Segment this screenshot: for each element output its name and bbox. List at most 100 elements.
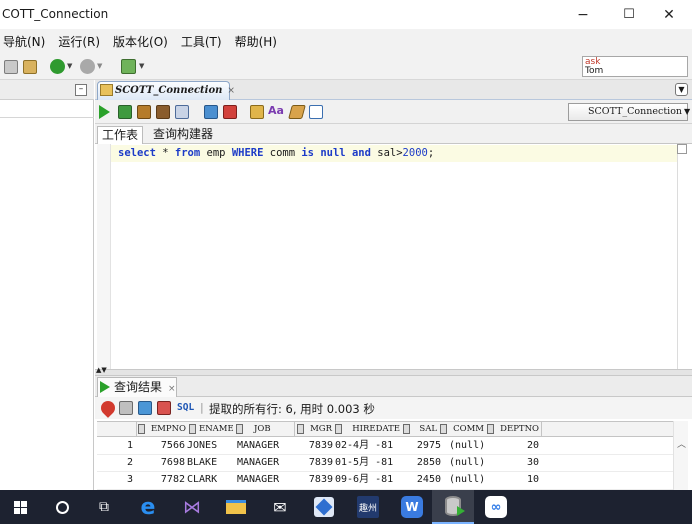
cell-ename[interactable]: JONES bbox=[187, 438, 235, 454]
menu-navigate[interactable]: 导航(N) bbox=[3, 33, 45, 50]
cell-deptno[interactable]: 30 bbox=[497, 455, 539, 471]
sql-editor[interactable] bbox=[97, 144, 677, 369]
column-type-icon bbox=[403, 424, 410, 434]
sql-history-icon[interactable] bbox=[250, 105, 264, 119]
copy-icon[interactable] bbox=[4, 60, 18, 74]
tab-worksheet[interactable]: 工作表 bbox=[97, 126, 144, 144]
cell-sal[interactable]: 2850 bbox=[407, 455, 441, 471]
cell-hiredate[interactable]: 09-6月 -81 bbox=[335, 472, 407, 488]
column-header-deptno[interactable]: DEPTNO bbox=[497, 422, 539, 436]
editor-scrollbar[interactable] bbox=[677, 144, 688, 369]
tab-query-builder[interactable]: 查询构建器 bbox=[149, 126, 217, 144]
cell-deptno[interactable]: 20 bbox=[497, 438, 539, 454]
fetch-status: 提取的所有行: 6, 用时 0.003 秒 bbox=[209, 402, 375, 416]
cell-job[interactable]: MANAGER bbox=[237, 438, 293, 454]
run-statement-icon[interactable] bbox=[99, 105, 110, 119]
cell-job[interactable]: MANAGER bbox=[237, 455, 293, 471]
cell-comm[interactable]: (null) bbox=[449, 455, 497, 471]
cell-comm[interactable]: (null) bbox=[449, 438, 497, 454]
results-tab-close-icon[interactable]: × bbox=[168, 384, 176, 394]
cell-mgr[interactable]: 7839 bbox=[295, 455, 333, 471]
table-row[interactable]: 3 7782 CLARK MANAGER 7839 09-6月 -81 2450… bbox=[97, 472, 673, 490]
sql-developer-icon[interactable] bbox=[432, 490, 474, 524]
navigator-row[interactable] bbox=[0, 100, 94, 118]
minimize-panel-icon[interactable]: – bbox=[75, 84, 87, 96]
menu-help[interactable]: 帮助(H) bbox=[235, 33, 277, 50]
connection-select[interactable]: SCOTT_Connection ▼ bbox=[568, 103, 690, 121]
back-icon[interactable] bbox=[50, 59, 65, 74]
cell-hiredate[interactable]: 01-5月 -81 bbox=[335, 455, 407, 471]
cell-job[interactable]: MANAGER bbox=[237, 472, 293, 488]
commit-icon[interactable] bbox=[137, 105, 151, 119]
paste-icon[interactable] bbox=[23, 60, 37, 74]
format-case-icon[interactable]: Aa bbox=[268, 104, 284, 117]
autotrace-icon[interactable] bbox=[204, 105, 218, 119]
app-tile-label: 趣州 bbox=[357, 496, 379, 518]
column-header-mgr[interactable]: MGR bbox=[307, 422, 332, 436]
forward-dropdown-icon[interactable]: ▼ bbox=[97, 62, 102, 70]
app-tile-icon[interactable]: 趣州 bbox=[348, 490, 388, 524]
splitter-arrows-icon[interactable]: ▲▼ bbox=[96, 367, 107, 374]
sql-worksheet-icon[interactable] bbox=[121, 59, 136, 74]
cell-empno[interactable]: 7566 bbox=[147, 438, 185, 454]
cell-mgr[interactable]: 7839 bbox=[295, 438, 333, 454]
unshared-worksheet-icon[interactable] bbox=[309, 105, 323, 119]
refresh-icon[interactable] bbox=[138, 401, 152, 415]
editor-results-splitter[interactable] bbox=[95, 369, 692, 376]
tab-scott-connection[interactable]: SCOTT_Connection × bbox=[97, 81, 235, 100]
search-circle-icon[interactable] bbox=[42, 490, 82, 524]
column-header-job[interactable]: JOB bbox=[246, 422, 271, 436]
menu-tools[interactable]: 工具(T) bbox=[181, 33, 222, 50]
editor-scroll-corner[interactable] bbox=[677, 144, 687, 154]
cell-deptno[interactable]: 10 bbox=[497, 472, 539, 488]
tab-list-dropdown-icon[interactable]: ▼ bbox=[675, 83, 688, 96]
edge-icon[interactable]: e bbox=[128, 490, 168, 524]
sql-keyword: null bbox=[320, 147, 346, 159]
table-row[interactable]: 1 7566 JONES MANAGER 7839 02-4月 -81 2975… bbox=[97, 438, 673, 455]
sql-keyword: select bbox=[118, 147, 156, 159]
file-explorer-icon[interactable] bbox=[216, 490, 256, 524]
explain-plan-icon[interactable] bbox=[175, 105, 189, 119]
column-header-hiredate[interactable]: HIREDATE bbox=[345, 422, 400, 436]
back-dropdown-icon[interactable]: ▼ bbox=[67, 62, 72, 70]
column-header-ename[interactable]: ENAME bbox=[199, 422, 234, 436]
cell-sal[interactable]: 2975 bbox=[407, 438, 441, 454]
wps-icon[interactable]: W bbox=[392, 490, 432, 524]
cell-hiredate[interactable]: 02-4月 -81 bbox=[335, 438, 407, 454]
rollback-icon[interactable] bbox=[156, 105, 170, 119]
clear-icon[interactable] bbox=[223, 105, 237, 119]
close-button[interactable]: ✕ bbox=[646, 0, 692, 29]
menu-versioning[interactable]: 版本化(O) bbox=[113, 33, 168, 50]
results-scrollbar[interactable] bbox=[673, 421, 688, 490]
column-header-comm[interactable]: COMM bbox=[450, 422, 484, 436]
mail-icon[interactable]: ✉ bbox=[260, 490, 300, 524]
run-script-icon[interactable] bbox=[118, 105, 132, 119]
cell-ename[interactable]: CLARK bbox=[187, 472, 235, 488]
minimize-button[interactable]: − bbox=[560, 0, 606, 29]
column-header-sal[interactable]: SAL bbox=[413, 422, 437, 436]
menu-run[interactable]: 运行(R) bbox=[58, 33, 100, 50]
sql-view-button[interactable]: SQL bbox=[177, 402, 194, 413]
column-header-empno[interactable]: EMPNO bbox=[148, 422, 186, 436]
cell-mgr[interactable]: 7839 bbox=[295, 472, 333, 488]
cell-ename[interactable]: BLAKE bbox=[187, 455, 235, 471]
cell-sal[interactable]: 2450 bbox=[407, 472, 441, 488]
cancel-query-icon[interactable] bbox=[157, 401, 171, 415]
cell-empno[interactable]: 7698 bbox=[147, 455, 185, 471]
baidu-netdisk-icon[interactable]: ∞ bbox=[476, 490, 516, 524]
forward-icon[interactable] bbox=[80, 59, 95, 74]
tab-close-icon[interactable]: × bbox=[227, 86, 235, 96]
navigator-panel bbox=[0, 80, 94, 490]
scroll-up-icon[interactable]: ︿ bbox=[677, 437, 686, 450]
windows-start-icon[interactable] bbox=[0, 490, 40, 524]
table-row[interactable]: 2 7698 BLAKE MANAGER 7839 01-5月 -81 2850… bbox=[97, 455, 673, 472]
login-field[interactable]: ask Tom bbox=[582, 56, 688, 77]
print-icon[interactable] bbox=[119, 401, 133, 415]
cell-comm[interactable]: (null) bbox=[449, 472, 497, 488]
task-view-icon[interactable]: ⧉ bbox=[84, 490, 124, 524]
cell-empno[interactable]: 7782 bbox=[147, 472, 185, 488]
visual-studio-icon[interactable]: ⋈ bbox=[172, 490, 212, 524]
app-blue-icon[interactable] bbox=[304, 490, 344, 524]
worksheet-dropdown-icon[interactable]: ▼ bbox=[139, 62, 144, 70]
sql-statement[interactable]: select * from emp WHERE comm is null and… bbox=[118, 146, 434, 161]
